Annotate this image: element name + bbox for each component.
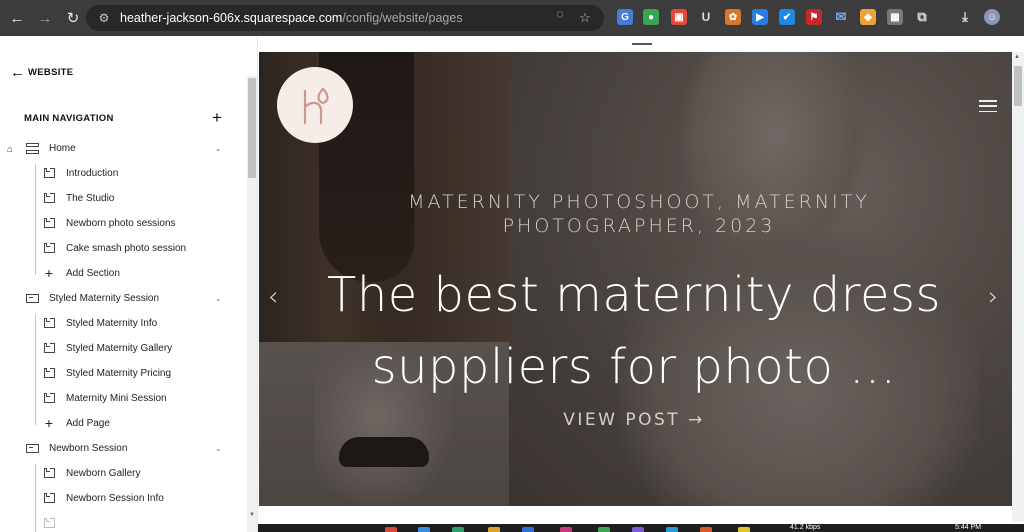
extension-icon[interactable]: U (698, 9, 714, 25)
nav-item-newborn-session[interactable]: Newborn Session (25, 438, 127, 458)
folder-icon (25, 443, 39, 454)
extension-icon[interactable]: ✔ (779, 9, 795, 25)
back-to-website-button[interactable]: ← WEBSITE (10, 64, 73, 81)
page-icon (42, 493, 56, 504)
nav-item-introduction[interactable]: Introduction (42, 163, 118, 183)
preview-scrollbar[interactable]: ▲ (1012, 52, 1024, 522)
page-icon (42, 393, 56, 404)
nav-item-styled-maternity-info[interactable]: Styled Maternity Info (42, 313, 157, 333)
extension-icon[interactable]: ▶ (752, 9, 768, 25)
translate-extension-icon[interactable]: G (617, 9, 633, 25)
downloads-icon[interactable]: ⤓ (957, 9, 973, 25)
nav-item-partial[interactable] (42, 513, 56, 532)
back-icon[interactable]: ← (6, 7, 28, 29)
nav-item-newborn-gallery[interactable]: Newborn Gallery (42, 463, 140, 483)
home-icon: ⌂ (7, 144, 13, 154)
nav-item-styled-maternity-gallery[interactable]: Styled Maternity Gallery (42, 338, 172, 358)
forward-icon[interactable]: → (34, 7, 56, 29)
nav-item-home[interactable]: Home (25, 138, 76, 158)
page-icon (42, 343, 56, 354)
chevron-down-icon[interactable]: ⌄ (215, 144, 222, 153)
folder-icon (25, 293, 39, 304)
post-headline[interactable]: The best maternity dress suppliers for p… (319, 259, 949, 403)
site-logo[interactable] (277, 67, 353, 143)
app-icon[interactable] (522, 527, 534, 532)
tree-line (35, 314, 36, 425)
scroll-down-icon[interactable]: ▼ (248, 512, 256, 518)
chevron-right-icon[interactable]: › (988, 282, 998, 312)
page-icon (42, 168, 56, 179)
website-sidebar: ← WEBSITE MAIN NAVIGATION + ⌂ Home ⌄ Int… (0, 36, 258, 532)
nav-item-styled-maternity-session[interactable]: Styled Maternity Session (25, 288, 159, 308)
add-page-plus-icon[interactable]: + (212, 108, 222, 128)
extension-icon[interactable]: ▦ (887, 9, 903, 25)
mail-extension-icon[interactable]: ✉ (833, 9, 849, 25)
app-icon[interactable] (418, 527, 430, 532)
profile-avatar[interactable]: ☺ (984, 9, 1000, 25)
url-text[interactable]: heather-jackson-606x.squarespace.com/con… (120, 11, 463, 25)
reload-icon[interactable]: ↻ (62, 7, 84, 29)
page-icon (42, 318, 56, 329)
logo-mark-icon (303, 87, 329, 125)
blog-hero-section[interactable]: MATERNITY PHOTOSHOOT, MATERNITY PHOTOGRA… (259, 52, 1012, 506)
extension-icon[interactable]: ● (643, 9, 659, 25)
puzzle-icon[interactable]: ⧉ (914, 9, 930, 25)
site-preview: MATERNITY PHOTOSHOOT, MATERNITY PHOTOGRA… (258, 36, 1024, 532)
app-icon[interactable] (598, 527, 610, 532)
star-icon[interactable]: ☆ (577, 10, 593, 26)
view-post-link[interactable]: VIEW POST → (509, 410, 759, 430)
extension-icon[interactable]: ◆ (860, 9, 876, 25)
page-icon (42, 468, 56, 479)
chevron-left-icon[interactable]: ‹ (268, 282, 278, 312)
site-settings-icon[interactable]: ⚙ (96, 10, 112, 26)
main-navigation-title: MAIN NAVIGATION (24, 113, 114, 124)
network-speed-text: 41.2 kbps (790, 524, 821, 531)
app-icon[interactable] (632, 527, 644, 532)
add-section-button[interactable]: + Add Section (42, 263, 120, 283)
page-icon (42, 518, 56, 529)
scroll-up-icon[interactable]: ▲ (1014, 54, 1020, 60)
nav-item-maternity-mini-session[interactable]: Maternity Mini Session (42, 388, 167, 408)
clock-text: 5:44 PM (955, 524, 982, 531)
post-category-kicker: MATERNITY PHOTOSHOOT, MATERNITY PHOTOGRA… (408, 191, 870, 237)
page-icon (42, 243, 56, 254)
index-icon (25, 142, 39, 154)
add-page-button[interactable]: + Add Page (42, 413, 110, 433)
drag-handle[interactable] (632, 43, 652, 45)
extension-icon[interactable]: ✿ (725, 9, 741, 25)
extension-icon[interactable]: ▣ (671, 9, 687, 25)
tree-line (35, 164, 36, 275)
extension-icon[interactable]: ⚑ (806, 9, 822, 25)
app-icon[interactable] (738, 527, 750, 532)
app-icon[interactable] (488, 527, 500, 532)
page-icon (42, 193, 56, 204)
plus-icon: + (44, 415, 54, 431)
arrow-left-icon: ← (10, 64, 25, 81)
address-bar[interactable]: ⚙ heather-jackson-606x.squarespace.com/c… (86, 5, 604, 31)
app-icon[interactable] (560, 527, 572, 532)
nav-item-styled-maternity-pricing[interactable]: Styled Maternity Pricing (42, 363, 171, 383)
preview-scrollbar-thumb[interactable] (1014, 66, 1022, 106)
app-icon[interactable] (666, 527, 678, 532)
plus-icon: + (44, 265, 54, 281)
nav-item-the-studio[interactable]: The Studio (42, 188, 114, 208)
page-icon (42, 368, 56, 379)
chevron-down-icon[interactable]: ⌄ (215, 294, 222, 303)
app-icon[interactable] (452, 527, 464, 532)
nav-item-cake-smash-photo-session[interactable]: Cake smash photo session (42, 238, 186, 258)
sidebar-scrollbar-thumb[interactable] (248, 78, 256, 178)
page-icon (42, 218, 56, 229)
chevron-down-icon[interactable]: ⌄ (215, 444, 222, 453)
eye-off-icon[interactable]: ◌ (552, 5, 568, 21)
app-icon[interactable] (385, 527, 397, 532)
nav-item-newborn-session-info[interactable]: Newborn Session Info (42, 488, 164, 508)
tree-line (35, 464, 36, 532)
nav-item-newborn-photo-sessions[interactable]: Newborn photo sessions (42, 213, 176, 233)
app-icon[interactable] (700, 527, 712, 532)
menu-icon[interactable] (979, 100, 997, 112)
